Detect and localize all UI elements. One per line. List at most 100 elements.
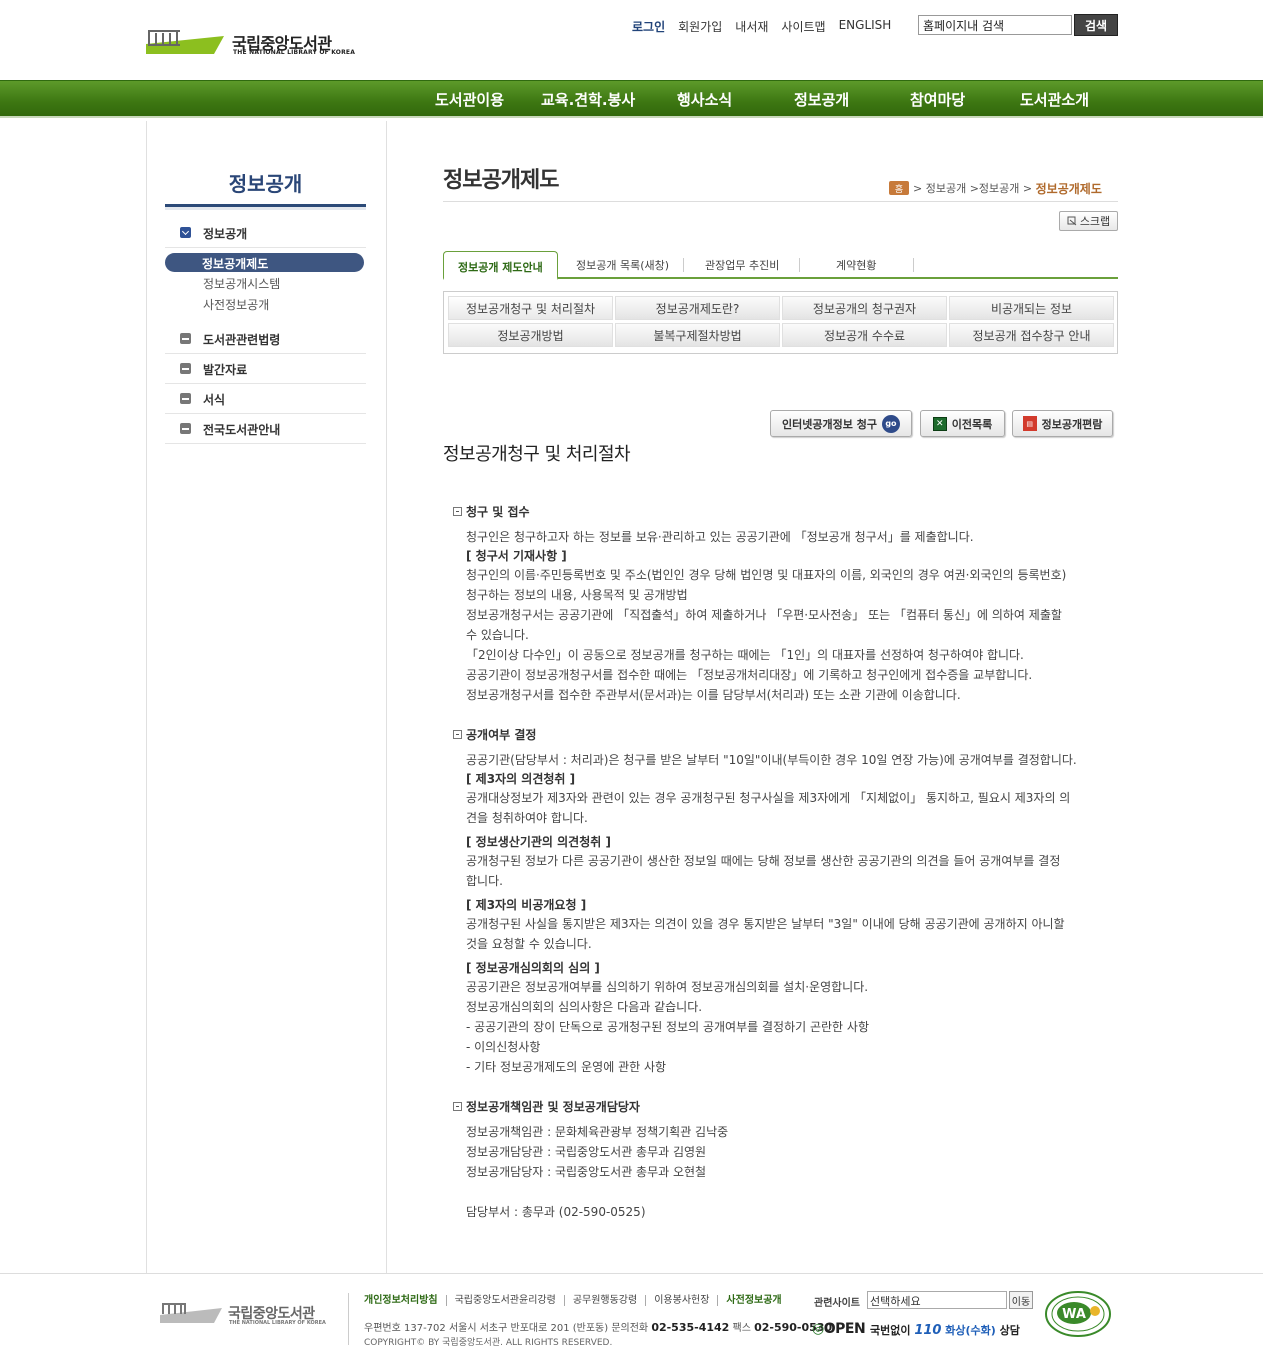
layout-divider (146, 121, 147, 1273)
prev-list-button[interactable]: ✕ 이전목록 (920, 410, 1005, 437)
body-text: 공공기관이 정보공개청구서를 접수한 때에는 「정보공개처리대장」에 기록하고 … (466, 668, 1033, 682)
open-logo-text: OPEN (823, 1321, 866, 1337)
breadcrumb-separator: > (1019, 181, 1036, 195)
search-button[interactable]: 검색 (1074, 14, 1118, 36)
library-logo-icon (160, 1303, 222, 1323)
lnb-title: 정보공개 (228, 172, 303, 196)
subnav-request-procedure[interactable]: 정보공개청구 및 처리절차 (448, 296, 613, 320)
gnb-participation[interactable]: 참여마당 (910, 89, 965, 110)
home-icon[interactable]: 홈 (889, 181, 909, 195)
section-heading: 공개여부 결정 (453, 726, 536, 743)
body-text: 공개대상정보가 제3자와 관련이 있는 경우 공개청구된 청구사실을 제3자에게… (466, 791, 1071, 805)
tab-contracts[interactable]: 계약현황 (836, 257, 876, 273)
web-accessibility-badge-icon: WA (1045, 1291, 1111, 1337)
wa-badge-text: WA (1062, 1307, 1086, 1322)
tab-separator (913, 258, 914, 272)
gnb-info-disclosure[interactable]: 정보공개 (794, 89, 849, 110)
sub-heading: [ 청구서 기재사항 ] (466, 549, 567, 563)
body-text: - 이의신청사항 (466, 1040, 541, 1054)
section-heading: 청구 및 접수 (453, 503, 530, 520)
breadcrumb: 홈 > 정보공개 > 정보공개 > 정보공개제도 (889, 180, 1102, 196)
utility-nav: 로그인 회원가입 내서재 사이트맵 ENGLISH (632, 18, 904, 36)
footer-address: 우편번호 137-702 서울시 서초구 반포대로 201 (반포동) 문의전화… (364, 1319, 832, 1334)
subnav-reception[interactable]: 정보공개 접수창구 안내 (949, 323, 1114, 347)
lnb-item-national-libraries[interactable]: 전국도서관안내 (165, 414, 366, 444)
footer-link-prior-disclosure[interactable]: 사전정보공개 (717, 1295, 789, 1306)
tab-director-expenses[interactable]: 관장업무 추진비 (705, 257, 779, 273)
related-sites-go-button[interactable]: 이동 (1009, 1291, 1033, 1309)
subnav-what-is[interactable]: 정보공개제도란? (615, 296, 780, 320)
lnb-sub-item-system[interactable]: 정보공개시스템 (203, 275, 280, 292)
tab-system-guide[interactable]: 정보공개 제도안내 (443, 251, 558, 280)
prev-list-label: 이전목록 (951, 417, 993, 431)
breadcrumb-current: 정보공개제도 (1035, 181, 1102, 196)
subnav-requesters[interactable]: 정보공개의 청구권자 (782, 296, 947, 320)
body-text: 공공기관(담당부서 : 처리과)은 청구를 받은 날부터 "10일"이내(부득이… (466, 753, 1077, 767)
sitemap-link[interactable]: 사이트맵 (781, 18, 825, 36)
footer-link-conduct[interactable]: 공무원행동강령 (563, 1295, 645, 1306)
gnb-education[interactable]: 교육.견학.봉사 (541, 89, 635, 110)
go-icon: go (881, 414, 900, 433)
breadcrumb-item[interactable]: 정보공개 (926, 180, 966, 196)
subnav-fees[interactable]: 정보공개 수수료 (782, 323, 947, 347)
footer-link-charter[interactable]: 이용봉사헌장 (645, 1295, 717, 1306)
subnav-method[interactable]: 정보공개방법 (448, 323, 613, 347)
body-text: 견을 청취하여야 합니다. (466, 811, 588, 825)
site-search-input[interactable] (918, 15, 1072, 35)
lnb-item-info-disclosure[interactable]: 정보공개 (165, 218, 366, 248)
section-heading: 정보공개책임관 및 정보공개담당자 (453, 1098, 640, 1115)
body-text: 「2인이상 다수인」이 공동으로 정보공개를 청구하는 때에는 「1인」의 대표… (466, 648, 1024, 662)
pdf-icon: ▤ (1022, 416, 1037, 431)
bullet-box-icon (453, 730, 462, 739)
gnb-events[interactable]: 행사소식 (677, 89, 732, 110)
body-text: 정보공개담당관 : 국립중앙도서관 총무과 김영원 (466, 1145, 707, 1159)
login-link[interactable]: 로그인 (632, 18, 665, 36)
handbook-button[interactable]: ▤ 정보공개편람 (1012, 410, 1113, 437)
related-sites-select[interactable]: 선택하세요 (867, 1291, 1007, 1309)
lnb-sub-item-prior-disclosure[interactable]: 사전정보공개 (203, 296, 269, 313)
sub-heading: [ 정보공개심의회의 심의 ] (466, 961, 600, 975)
body-text: 공개청구된 사실을 통지받은 제3자는 의견이 있을 경우 통지받은 날부터 "… (466, 917, 1065, 931)
internet-request-button[interactable]: 인터넷공개정보 청구 go (770, 410, 912, 437)
body-text: 공개청구된 정보가 다른 공공기관이 생산한 정보일 때에는 당해 정보를 생산… (466, 854, 1061, 868)
english-link[interactable]: ENGLISH (839, 18, 892, 36)
body-text: - 공공기관의 장이 단독으로 공개청구된 정보의 공개여부를 결정하기 곤란한… (466, 1020, 869, 1034)
subnav-nondisclosed[interactable]: 비공개되는 정보 (949, 296, 1114, 320)
call-number: 110 (914, 1323, 942, 1338)
breadcrumb-separator: > (913, 181, 926, 195)
bullet-box-icon (453, 1102, 462, 1111)
body-text: 것을 요청할 수 있습니다. (466, 937, 592, 951)
call-prefix: 국번없이 (870, 1324, 915, 1337)
footer-logo-english: THE NATIONAL LIBRARY OF KOREA (229, 1320, 326, 1326)
title-divider (443, 201, 1118, 202)
subnav-appeal[interactable]: 불복구제절차방법 (615, 323, 780, 347)
lnb-item-label: 정보공개 (203, 227, 248, 241)
site-logo[interactable]: 국립중앙도서관 THE NATIONAL LIBRARY OF KOREA (146, 28, 355, 58)
footer-link-ethics[interactable]: 국립중앙도서관윤리강령 (445, 1295, 564, 1306)
body-text: 수 있습니다. (466, 628, 529, 642)
body-text: 정보공개담당자 : 국립중앙도서관 총무과 오현철 (466, 1165, 707, 1179)
body-text: - 기타 정보공개제도의 운영에 관한 사항 (466, 1060, 667, 1074)
lnb-sub-item-active[interactable]: 정보공개제도 (165, 253, 364, 272)
open-logo: ◎OPEN (812, 1321, 866, 1337)
collapsed-icon (180, 423, 191, 434)
lnb-item-laws[interactable]: 도서관관련법령 (165, 324, 366, 354)
breadcrumb-item[interactable]: 정보공개 (979, 180, 1019, 196)
gnb-about[interactable]: 도서관소개 (1020, 89, 1089, 110)
lnb-sub-label: 정보공개제도 (202, 257, 269, 271)
body-text: 청구하는 정보의 내용, 사용목적 및 공개방법 (466, 588, 688, 602)
body-text: 정보공개청구서를 접수한 주관부서(문서과)는 이를 담당부서(처리과) 또는 … (466, 688, 961, 702)
lnb-item-label: 서식 (203, 393, 226, 407)
section-title: 정보공개청구 및 처리절차 (443, 444, 631, 465)
footer-link-privacy[interactable]: 개인정보처리방침 (364, 1295, 446, 1306)
gnb-library-use[interactable]: 도서관이용 (435, 89, 504, 110)
scrap-button[interactable]: 스크랩 (1059, 211, 1118, 231)
signup-link[interactable]: 회원가입 (678, 18, 722, 36)
collapsed-icon (180, 393, 191, 404)
sub-heading: [ 정보생산기관의 의견청취 ] (466, 835, 611, 849)
footer-links: 개인정보처리방침 국립중앙도서관윤리강령 공무원행동강령 이용봉사헌장 사전정보… (364, 1295, 790, 1306)
my-library-link[interactable]: 내서재 (735, 18, 768, 36)
lnb-item-publications[interactable]: 발간자료 (165, 354, 366, 384)
lnb-item-forms[interactable]: 서식 (165, 384, 366, 414)
tab-disclosure-list[interactable]: 정보공개 목록(새창) (576, 257, 669, 273)
